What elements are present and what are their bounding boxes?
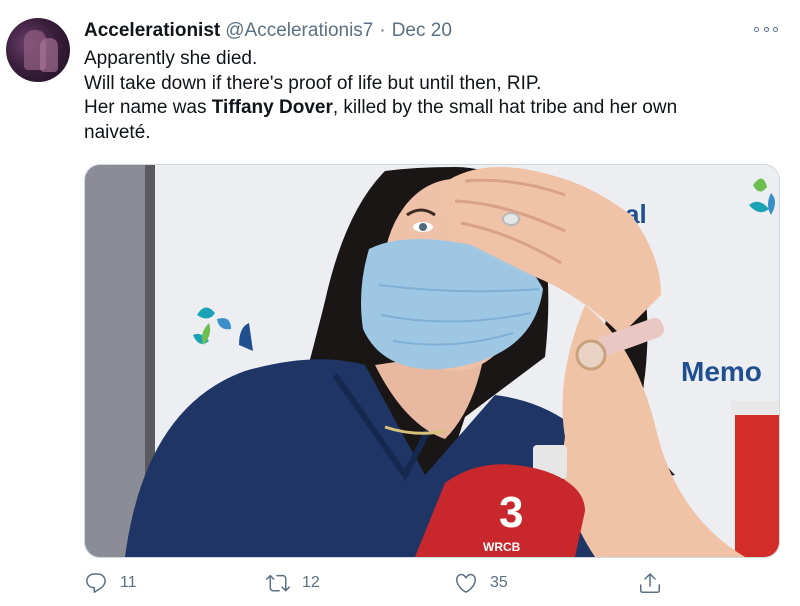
tweet-date[interactable]: Dec 20: [392, 20, 452, 42]
like-button[interactable]: 35: [454, 566, 508, 600]
tweet[interactable]: Accelerationist @Accelerationis7 · Dec 2…: [0, 0, 800, 606]
photo-backdrop-text: Memo: [681, 356, 762, 387]
more-dot: [763, 26, 769, 32]
photo-container-lid: [731, 401, 779, 415]
separator-dot: ·: [379, 20, 386, 41]
reply-button[interactable]: 11: [84, 566, 137, 600]
tweet-text-bold-name: Tiffany Dover: [211, 97, 333, 118]
photo-mic-label: WRCB: [483, 540, 521, 554]
tweet-text-line: Her name was Tiffany Dover, killed by th…: [84, 96, 774, 121]
retweet-button[interactable]: 12: [266, 566, 320, 600]
photo-red-container: [735, 405, 779, 557]
more-dot: [773, 26, 778, 32]
share-icon: [640, 573, 660, 593]
author-avatar[interactable]: [6, 18, 70, 82]
tweet-actions: 11 12 35: [84, 566, 684, 600]
tweet-text-line: Apparently she died.: [84, 48, 258, 69]
more-dot: [754, 26, 759, 32]
tweet-text-line: naiveté.: [84, 121, 151, 143]
photo-iris: [419, 223, 427, 231]
tweet-text-line: Will take down if there's proof of life …: [84, 72, 542, 94]
share-button[interactable]: [638, 566, 662, 600]
tweet-text-segment: Her name was: [84, 97, 212, 118]
photo-ring: [502, 212, 520, 226]
author-handle[interactable]: @Accelerationis7: [225, 20, 373, 42]
more-options-icon[interactable]: [754, 22, 778, 36]
tweet-header: Accelerationist @Accelerationis7 · Dec 2…: [84, 19, 452, 43]
photo-illustration: al Memo 3 WRCB: [85, 165, 779, 557]
tweet-text-segment: , killed by the small hat tribe and her …: [332, 97, 678, 118]
author-display-name[interactable]: Accelerationist: [84, 20, 220, 42]
photo-mic-number: 3: [499, 488, 523, 537]
reply-count: 11: [120, 574, 137, 591]
photo-watch-face: [575, 339, 607, 371]
retweet-count: 12: [302, 574, 320, 591]
like-count: 35: [490, 574, 508, 591]
avatar-figure: [40, 38, 58, 72]
reply-icon: [86, 573, 106, 593]
heart-icon: [455, 573, 477, 593]
tweet-text: Apparently she died. Will take down if t…: [84, 47, 774, 145]
tweet-media-photo[interactable]: al Memo 3 WRCB: [84, 164, 780, 558]
retweet-icon: [266, 574, 290, 592]
